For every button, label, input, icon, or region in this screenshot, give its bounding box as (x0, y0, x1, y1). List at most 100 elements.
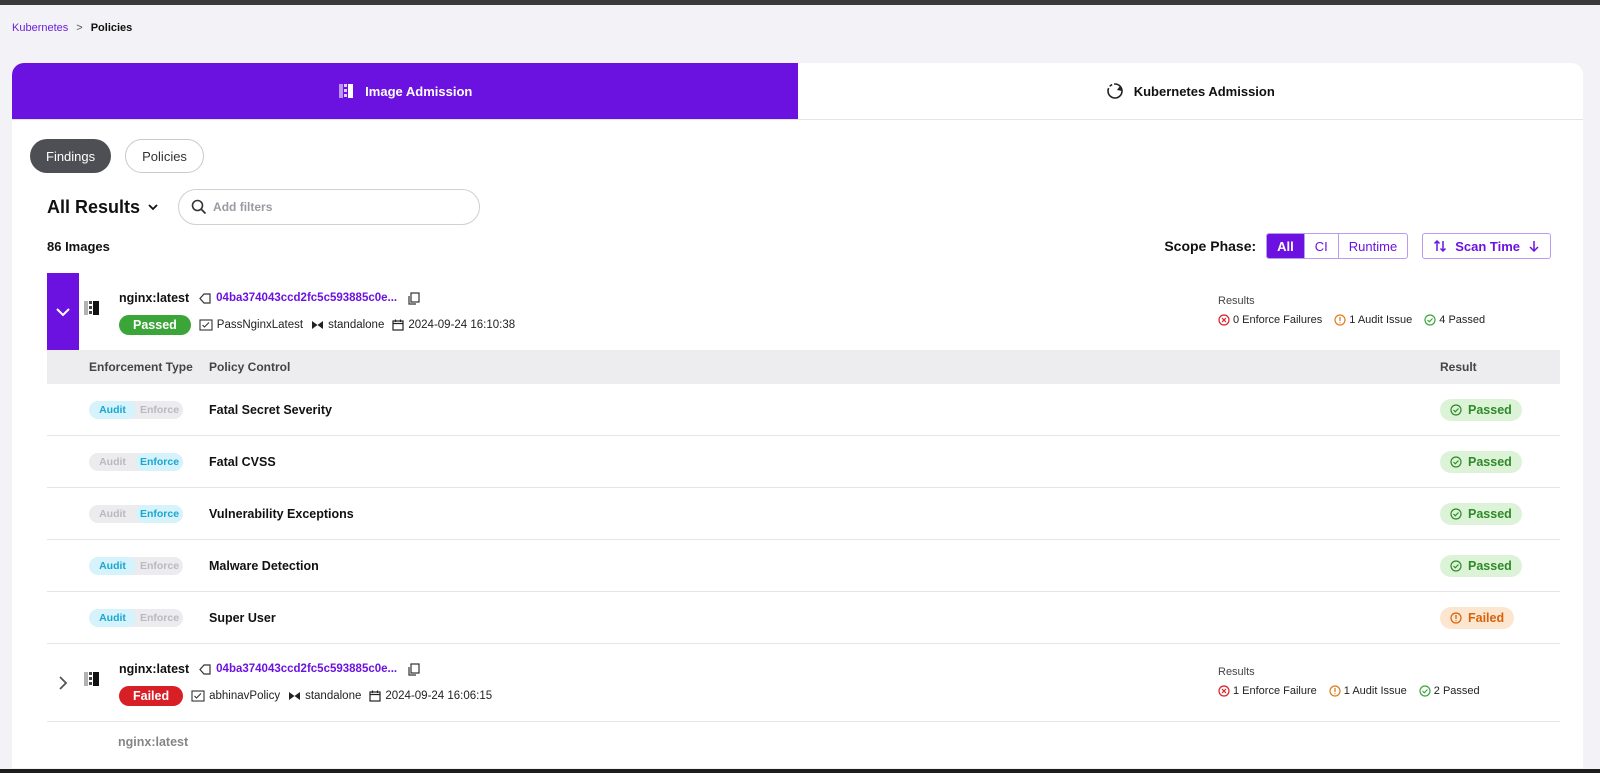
image-digest[interactable]: 04ba374043ccd2fc5c593885c0e... (199, 292, 397, 305)
audit-option: Audit (89, 608, 136, 627)
result-text: Passed (1468, 402, 1512, 417)
policy-meta: abhinavPolicy (191, 690, 280, 702)
enforce-failures-text: 0 Enforce Failures (1233, 314, 1323, 326)
calendar-icon (369, 690, 381, 702)
passed-count-text: 4 Passed (1439, 314, 1486, 326)
enforce-option: Enforce (139, 403, 180, 416)
result-text: Passed (1468, 506, 1512, 521)
result-text: Passed (1468, 454, 1512, 469)
copy-icon[interactable] (407, 662, 420, 676)
image-digest-text: 04ba374043ccd2fc5c593885c0e... (216, 292, 398, 304)
next-image-name-peek: nginx:latest (118, 735, 189, 749)
passed-count: 2 Passed (1419, 685, 1480, 697)
chevron-down-icon (56, 307, 70, 316)
breadcrumb-current: Policies (90, 22, 133, 34)
view-tabs: Findings Policies (30, 139, 204, 173)
audit-issues-text: 1 Audit Issue (1343, 685, 1407, 697)
header-result: Result (1440, 360, 1477, 374)
enforcement-toggle: Audit Enforce (89, 556, 183, 575)
row-divider (47, 721, 1560, 722)
policy-control-name: Fatal CVSS (209, 454, 276, 469)
enforcement-toggle: Audit Enforce (89, 452, 183, 471)
all-results-label: All Results (47, 196, 141, 217)
policy-controls-table: Enforcement Type Policy Control Result A… (47, 350, 1560, 644)
passed-count: 4 Passed (1424, 314, 1485, 326)
audit-issues-text: 1 Audit Issue (1349, 314, 1413, 326)
status-badge: Passed (119, 315, 191, 335)
cluster-meta: standalone (311, 319, 384, 331)
breadcrumb-kubernetes-link[interactable]: Kubernetes (12, 22, 68, 34)
image-info: nginx:latest 04ba374043ccd2fc5c593885c0e… (119, 660, 492, 706)
results-summary: Results 1 Enforce Failure 1 Audit Issue (1218, 666, 1480, 697)
cluster-meta: standalone (288, 690, 361, 702)
images-count: 86 Images (47, 239, 110, 254)
image-info: nginx:latest 04ba374043ccd2fc5c593885c0e… (119, 289, 515, 335)
control-row: Audit Enforce Vulnerability Exceptions Pass… (47, 488, 1560, 540)
image-name: nginx:latest (119, 662, 190, 676)
enforcement-toggle: Audit Enforce (89, 400, 183, 419)
audit-option: Audit (89, 556, 136, 575)
tab-image-admission[interactable]: Image Admission (12, 63, 798, 119)
scope-phase-label: Scope Phase: (1164, 238, 1257, 254)
scope-phase-segmented: All CI Runtime (1266, 233, 1409, 259)
image-row[interactable]: nginx:latest 04ba374043ccd2fc5c593885c0e… (47, 273, 1560, 350)
x-circle-icon (1218, 314, 1230, 326)
sort-label: Scan Time (1455, 238, 1520, 254)
results-summary-title: Results (1218, 295, 1255, 307)
audit-option: Audit (99, 507, 126, 520)
result-badge: Failed (1440, 606, 1515, 629)
enforcement-toggle: Audit Enforce (89, 504, 183, 523)
warning-circle-icon (1450, 611, 1462, 624)
enforce-option: Enforce (139, 611, 180, 624)
check-circle-icon (1450, 403, 1462, 416)
x-circle-icon (1218, 685, 1230, 697)
scan-time: 2024-09-24 16:10:38 (408, 319, 516, 331)
enforce-option: Enforce (136, 452, 183, 471)
search-input[interactable] (213, 200, 464, 214)
control-row: Audit Enforce Malware Detection Passed (47, 540, 1560, 592)
check-circle-icon (1450, 455, 1462, 468)
kubernetes-cycle-icon (1106, 83, 1123, 99)
scan-time-meta: 2024-09-24 16:06:15 (369, 690, 492, 702)
scope-runtime-button[interactable]: Runtime (1337, 234, 1407, 258)
scope-ci-button[interactable]: CI (1303, 234, 1338, 258)
results-header: All Results (47, 189, 481, 225)
window-top-bar (0, 0, 1600, 5)
control-row: Audit Enforce Super User Failed (47, 592, 1560, 644)
enforce-failures: 1 Enforce Failure (1218, 685, 1317, 697)
policy-control-name: Fatal Secret Severity (209, 402, 332, 417)
container-image-icon (84, 672, 99, 686)
expand-row-button[interactable] (47, 644, 79, 721)
results-summary-title: Results (1218, 666, 1255, 678)
copy-icon[interactable] (407, 291, 420, 305)
check-circle-icon (1450, 559, 1462, 572)
result-badge: Passed (1440, 450, 1522, 473)
enforce-option: Enforce (136, 504, 183, 523)
chevron-right-icon (59, 675, 68, 690)
sort-scan-time-button[interactable]: Scan Time (1422, 233, 1551, 259)
result-text: Failed (1468, 610, 1505, 625)
collapse-row-button[interactable] (47, 273, 79, 350)
scope-phase-control: Scope Phase: All CI Runtime Scan Time (1164, 233, 1551, 259)
breadcrumb-separator: > (76, 22, 83, 34)
tab-kubernetes-admission[interactable]: Kubernetes Admission (797, 63, 1583, 119)
cluster-icon (312, 321, 324, 329)
scan-time-meta: 2024-09-24 16:10:38 (392, 319, 515, 331)
chevron-down-icon (148, 204, 158, 211)
cluster-name: standalone (328, 319, 385, 331)
tab-findings[interactable]: Findings (30, 139, 112, 173)
image-row[interactable]: nginx:latest 04ba374043ccd2fc5c593885c0e… (47, 644, 1560, 721)
policy-meta: PassNginxLatest (199, 319, 303, 331)
image-digest[interactable]: 04ba374043ccd2fc5c593885c0e... (199, 663, 397, 676)
tag-icon (199, 292, 211, 304)
search-icon (191, 199, 207, 215)
result-text: Passed (1468, 558, 1512, 573)
tab-policies[interactable]: Policies (125, 139, 204, 173)
policy-name: abhinavPolicy (209, 690, 281, 702)
all-results-dropdown[interactable]: All Results (47, 197, 160, 218)
scope-all-button[interactable]: All (1267, 234, 1304, 258)
image-digest-text: 04ba374043ccd2fc5c593885c0e... (216, 663, 398, 675)
enforce-option: Enforce (139, 559, 180, 572)
image-name: nginx:latest (119, 291, 190, 305)
policy-control-name: Super User (209, 610, 276, 625)
